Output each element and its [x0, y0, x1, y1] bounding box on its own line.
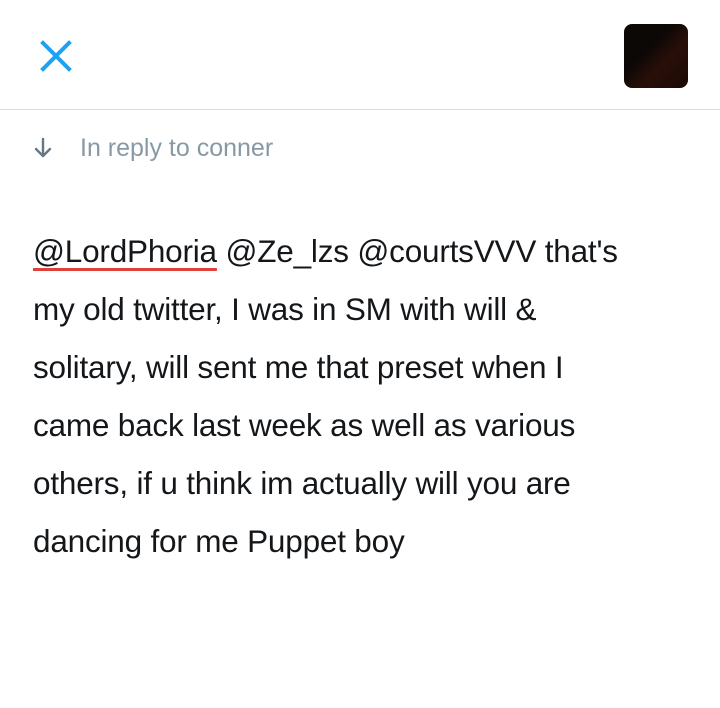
in-reply-to[interactable]: In reply to conner [32, 130, 273, 166]
mention-courtsvvv[interactable]: @courtsVVV [357, 233, 536, 269]
tweet-line-3: solitary, will sent me that preset when … [33, 349, 564, 385]
tweet-line-2: my old twitter, I was in SM with will & [33, 291, 537, 327]
down-arrow-icon [32, 137, 54, 159]
avatar[interactable] [624, 24, 688, 88]
tweet-body: @LordPhoria @Ze_lzs @courtsVVV that's my… [33, 222, 698, 570]
mention-lordphoria[interactable]: @LordPhoria [33, 233, 217, 269]
close-button[interactable] [34, 34, 78, 78]
top-bar [0, 0, 720, 110]
tweet-line-5: others, if u think im actually will you … [33, 465, 571, 501]
tweet-line-4: came back last week as well as various [33, 407, 576, 443]
close-icon [34, 34, 78, 78]
in-reply-to-label: In reply to conner [80, 133, 274, 162]
tweet-line-1-text: that's [536, 233, 618, 269]
mention-ze-lzs[interactable]: @Ze_lzs [225, 233, 349, 269]
tweet-line-6: dancing for me Puppet boy [33, 523, 405, 559]
tweet-line-1: @LordPhoria @Ze_lzs @courtsVVV that's [33, 222, 698, 280]
